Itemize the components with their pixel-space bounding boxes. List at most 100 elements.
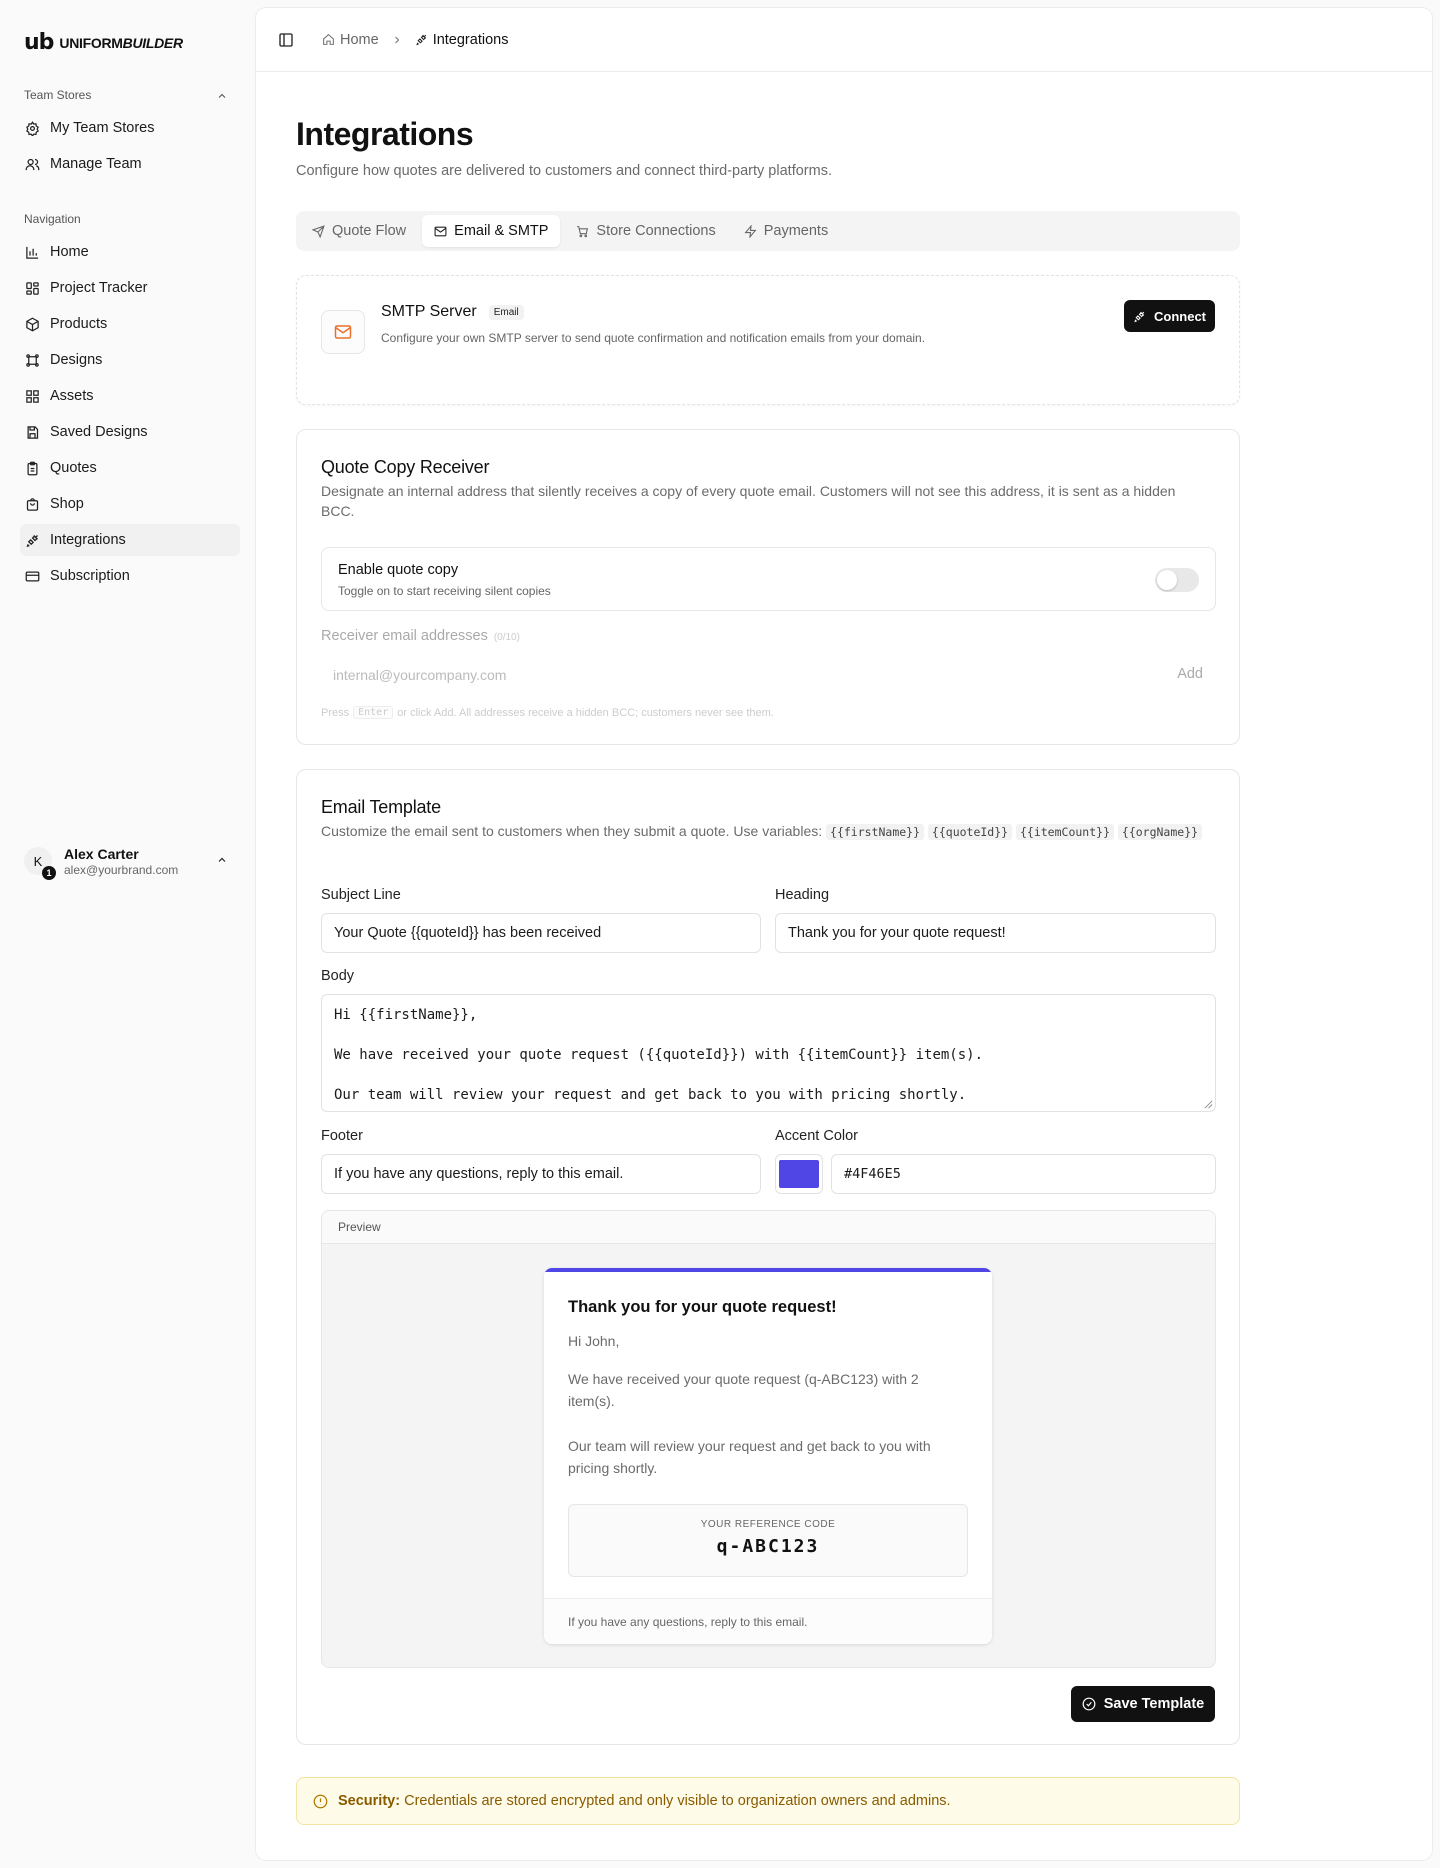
user-menu[interactable]: K 1 Alex Carter alex@yourbrand.com bbox=[20, 840, 240, 882]
preview-body: Hi John, We have received your quote req… bbox=[568, 1330, 968, 1502]
chevron-up-icon[interactable] bbox=[216, 90, 228, 102]
security-message: Credentials are stored encrypted and onl… bbox=[404, 1793, 951, 1809]
sidebar: ub UNIFORMBUILDER Team Stores My Team St… bbox=[0, 0, 256, 1868]
sidebar-item-label: Manage Team bbox=[50, 156, 142, 172]
breadcrumb-current-label: Integrations bbox=[432, 31, 509, 48]
sidebar-item-home[interactable]: Home bbox=[20, 236, 240, 268]
sidebar-toggle-icon[interactable] bbox=[278, 32, 294, 48]
breadcrumb-current: Integrations bbox=[415, 31, 509, 48]
team-section-label: Team Stores bbox=[24, 88, 92, 102]
security-label: Security: bbox=[338, 1793, 401, 1809]
plug-icon bbox=[1133, 310, 1146, 323]
alert-circle-icon bbox=[313, 1794, 328, 1809]
cart-icon bbox=[576, 225, 589, 238]
smtp-card: SMTP Server Email Configure your own SMT… bbox=[296, 275, 1240, 405]
grid-icon bbox=[24, 280, 40, 296]
variable-chip: {{itemCount}} bbox=[1015, 824, 1114, 840]
connect-button[interactable]: Connect bbox=[1124, 300, 1215, 332]
save-template-button[interactable]: Save Template bbox=[1071, 1686, 1215, 1722]
accent-color-input[interactable]: #4F46E5 bbox=[831, 1154, 1216, 1194]
tab-payments[interactable]: Payments bbox=[732, 215, 840, 247]
assets-grid-icon bbox=[24, 388, 40, 404]
body-line: We have received your quote request ({{q… bbox=[334, 1047, 984, 1063]
sidebar-item-label: Products bbox=[50, 316, 108, 332]
sidebar-item-integrations[interactable]: Integrations bbox=[20, 524, 240, 556]
subject-input[interactable]: Your Quote {{quoteId}} has been received bbox=[321, 913, 761, 953]
sidebar-item-label: Shop bbox=[50, 496, 84, 512]
tab-email-smtp[interactable]: Email & SMTP bbox=[422, 215, 561, 247]
hint-prefix: Press bbox=[321, 706, 350, 719]
footer-input[interactable]: If you have any questions, reply to this… bbox=[321, 1154, 761, 1194]
tab-label: Quote Flow bbox=[332, 223, 407, 239]
body-textarea[interactable]: Hi {{firstName}}, We have received your … bbox=[321, 994, 1216, 1112]
preview-greeting: Hi John, bbox=[568, 1333, 620, 1349]
reference-code-box: YOUR REFERENCE CODE q-ABC123 bbox=[568, 1504, 968, 1577]
hint-key: Enter bbox=[353, 706, 394, 719]
sidebar-item-manage-team[interactable]: Manage Team bbox=[20, 148, 240, 180]
breadcrumb-home[interactable]: Home bbox=[322, 32, 379, 48]
tab-label: Store Connections bbox=[596, 223, 716, 239]
heading-input[interactable]: Thank you for your quote request! bbox=[775, 913, 1216, 953]
sidebar-item-shop[interactable]: Shop bbox=[20, 488, 240, 520]
body-line: Hi {{firstName}}, bbox=[334, 1007, 478, 1023]
sidebar-item-project-tracker[interactable]: Project Tracker bbox=[20, 272, 240, 304]
receiver-label: Receiver email addresses (0/10) bbox=[321, 628, 520, 644]
sidebar-item-designs[interactable]: Designs bbox=[20, 344, 240, 376]
topbar: Home Integrations bbox=[256, 8, 1432, 72]
resize-handle-icon[interactable] bbox=[1204, 1100, 1213, 1109]
send-icon bbox=[312, 224, 325, 238]
nav-section-label: Navigation bbox=[24, 212, 81, 226]
sidebar-item-label: My Team Stores bbox=[50, 120, 155, 136]
sidebar-item-subscription[interactable]: Subscription bbox=[20, 560, 240, 592]
enable-quote-copy-row: Enable quote copy Toggle on to start rec… bbox=[321, 547, 1216, 611]
receiver-label-text: Receiver email addresses bbox=[321, 628, 488, 644]
tab-label: Email & SMTP bbox=[454, 223, 549, 239]
security-text: Security: Credentials are stored encrypt… bbox=[338, 1793, 951, 1809]
security-notice: Security: Credentials are stored encrypt… bbox=[296, 1777, 1240, 1825]
sidebar-item-label: Designs bbox=[50, 352, 103, 368]
reference-code-label: YOUR REFERENCE CODE bbox=[700, 1519, 836, 1530]
accent-color-label: Accent Color bbox=[775, 1128, 859, 1144]
status-badge: Email bbox=[488, 304, 524, 320]
sidebar-item-saved-designs[interactable]: Saved Designs bbox=[20, 416, 240, 448]
tab-quote-flow[interactable]: Quote Flow bbox=[300, 215, 418, 247]
preview-footer: If you have any questions, reply to this… bbox=[544, 1598, 992, 1644]
body-line: Our team will review your request and ge… bbox=[334, 1087, 967, 1103]
page-title: Integrations bbox=[296, 116, 474, 152]
preview-label: Preview bbox=[322, 1211, 1215, 1244]
sidebar-item-my-team-stores[interactable]: My Team Stores bbox=[20, 112, 240, 144]
body-label: Body bbox=[321, 968, 355, 984]
accent-bar bbox=[544, 1268, 992, 1272]
subject-label: Subject Line bbox=[321, 887, 401, 903]
mail-icon bbox=[434, 225, 447, 238]
sidebar-item-products[interactable]: Products bbox=[20, 308, 240, 340]
tab-label: Payments bbox=[763, 223, 829, 239]
accent-color-picker[interactable] bbox=[775, 1154, 823, 1194]
page-subtitle: Configure how quotes are delivered to cu… bbox=[296, 163, 832, 179]
smtp-title-text: SMTP Server bbox=[381, 303, 477, 320]
heading-label: Heading bbox=[775, 887, 830, 903]
add-receiver-button[interactable]: Add bbox=[1177, 666, 1203, 682]
brand-logo[interactable]: ub UNIFORMBUILDER bbox=[24, 30, 183, 55]
quote-copy-card: Quote Copy Receiver Designate an interna… bbox=[296, 429, 1240, 745]
tab-bar: Quote Flow Email & SMTP Store Connection… bbox=[296, 211, 1240, 251]
save-template-label: Save Template bbox=[1103, 1696, 1205, 1712]
sidebar-item-assets[interactable]: Assets bbox=[20, 380, 240, 412]
sidebar-item-label: Subscription bbox=[50, 568, 130, 584]
enable-quote-copy-toggle[interactable] bbox=[1155, 568, 1199, 592]
avatar: K 1 bbox=[24, 847, 56, 880]
tab-store-connections[interactable]: Store Connections bbox=[564, 215, 727, 247]
package-icon bbox=[24, 316, 40, 332]
hint-suffix: or click Add. All addresses receive a hi… bbox=[397, 706, 774, 719]
bar-chart-icon bbox=[24, 244, 40, 260]
connect-button-label: Connect bbox=[1154, 308, 1206, 324]
toggle-subtitle: Toggle on to start receiving silent copi… bbox=[338, 584, 551, 598]
preview-email-card: Thank you for your quote request! Hi Joh… bbox=[544, 1268, 992, 1644]
sidebar-item-quotes[interactable]: Quotes bbox=[20, 452, 240, 484]
toggle-title: Enable quote copy bbox=[338, 562, 459, 578]
receiver-email-input[interactable] bbox=[321, 656, 1141, 694]
brand-name: UNIFORMBUILDER bbox=[59, 34, 183, 51]
variable-chip: {{orgName}} bbox=[1117, 824, 1203, 840]
user-email: alex@yourbrand.com bbox=[64, 862, 179, 877]
accent-swatch bbox=[779, 1160, 819, 1188]
